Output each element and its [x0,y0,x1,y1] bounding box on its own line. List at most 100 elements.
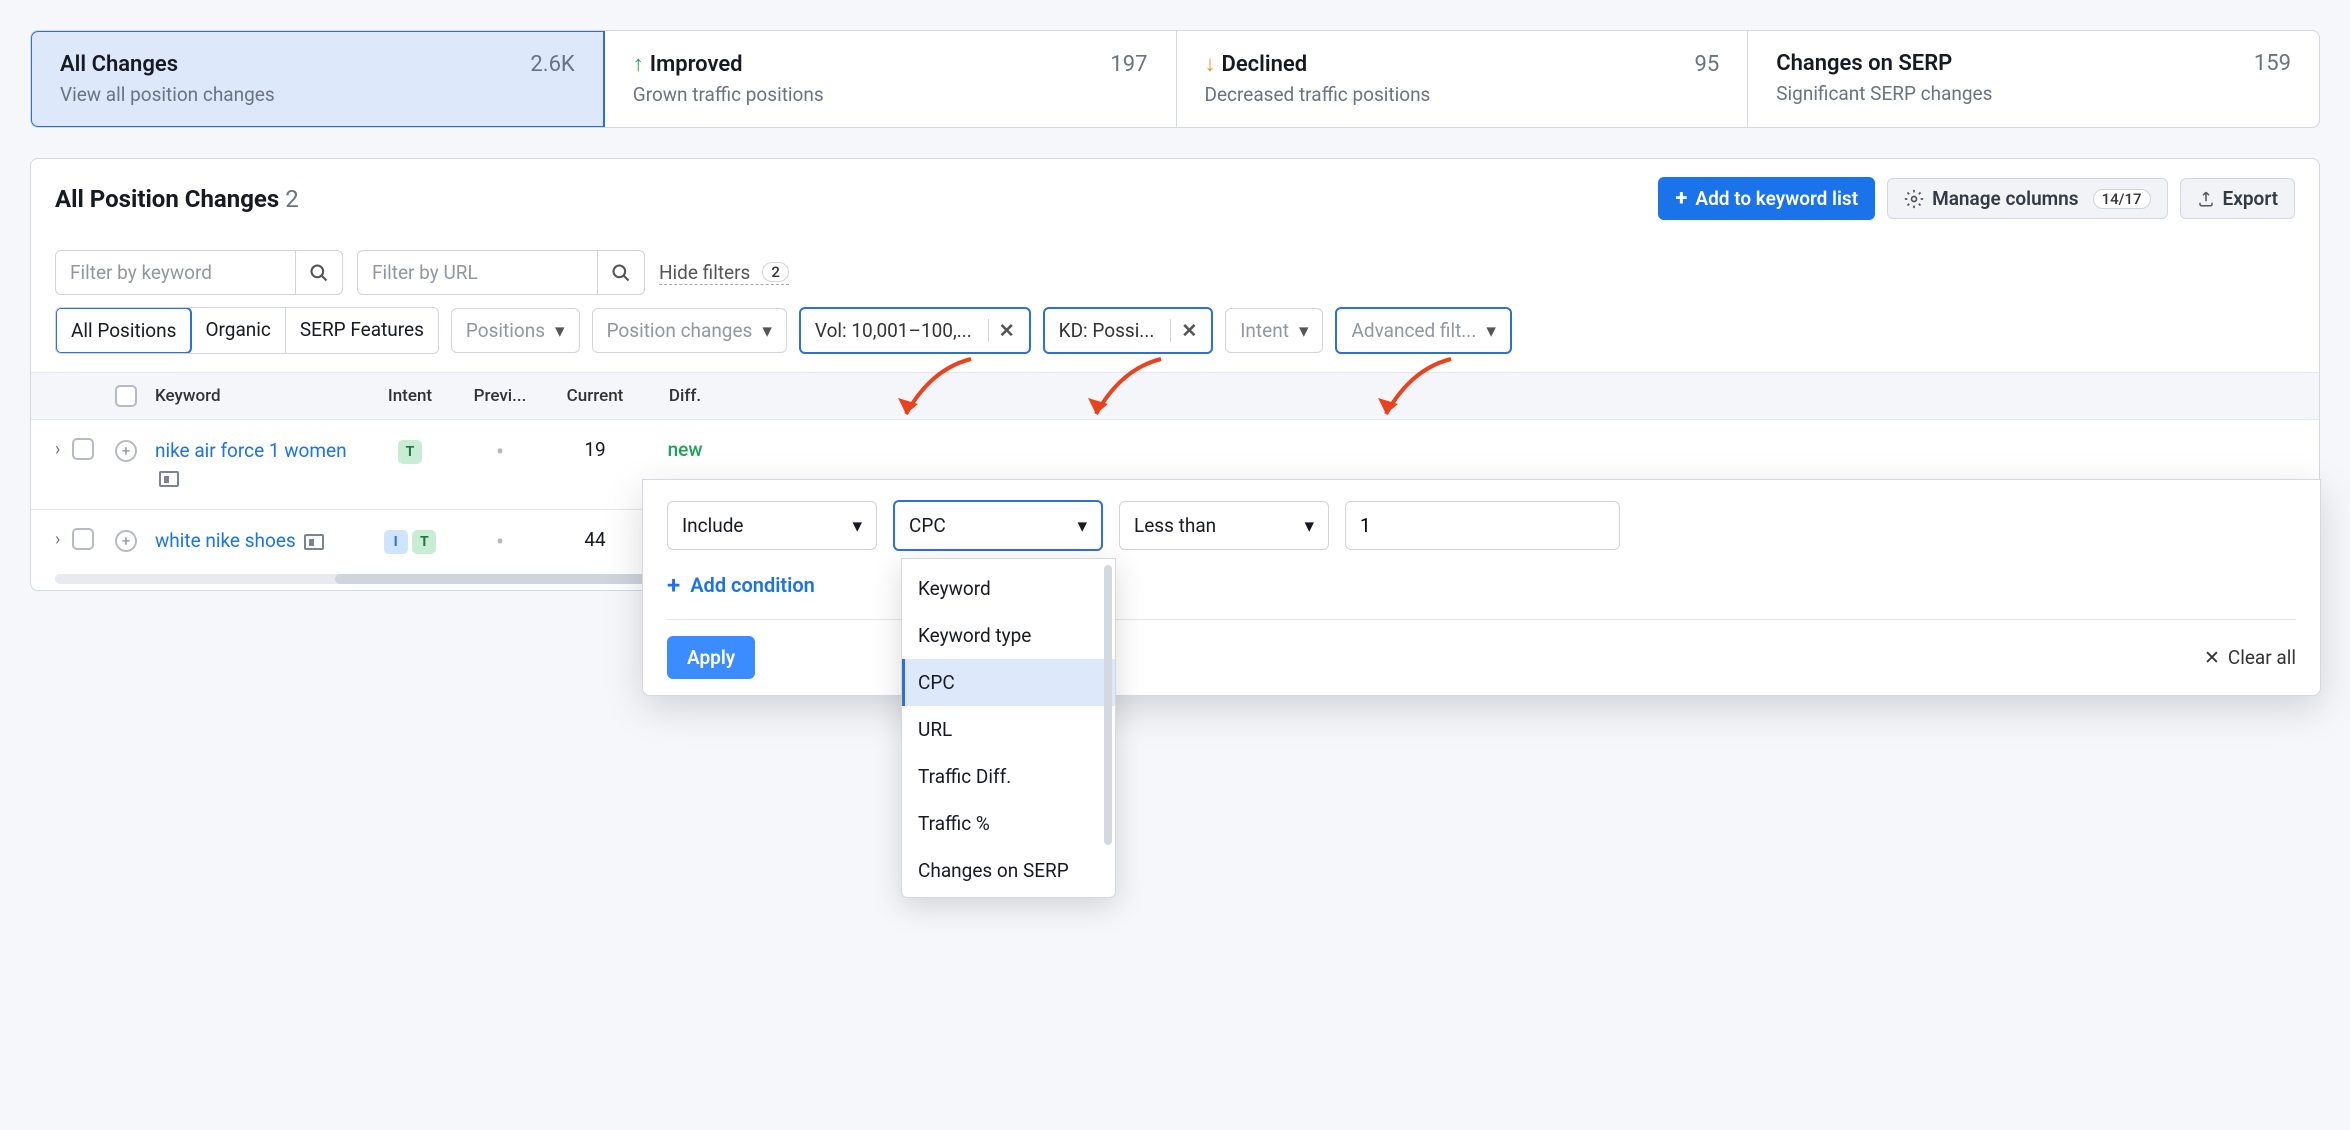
previous-position: • [455,528,545,556]
col-current[interactable]: Current [545,386,645,406]
tab-count: 159 [2254,51,2291,76]
keyword-link[interactable]: nike air force 1 women [155,438,365,491]
menu-item-traffic-diff[interactable]: Traffic Diff. [902,753,1115,800]
menu-scrollbar[interactable] [1104,565,1112,845]
advanced-filters-chip[interactable]: Advanced filt...▾ [1335,307,1511,354]
keyword-link[interactable]: white nike shoes [155,528,324,555]
previous-position: • [455,438,545,466]
col-previous[interactable]: Previ... [455,386,545,406]
tab-count: 2.6K [530,52,574,77]
apply-button[interactable]: Apply [667,636,755,679]
tab-all-changes[interactable]: All Changes 2.6K View all position chang… [30,30,605,128]
clear-all-button[interactable]: ✕Clear all [2204,646,2296,669]
panel-title-count: 2 [285,185,299,213]
export-button[interactable]: Export [2180,178,2295,219]
tab-subtitle: Decreased traffic positions [1205,83,1720,106]
position-changes-filter-chip[interactable]: Position changes▾ [592,308,787,353]
filter-bar: Hide filters 2 [31,238,2319,307]
chevron-down-icon: ▾ [555,319,565,342]
url-search-button[interactable] [597,250,645,295]
expand-row-toggle[interactable]: › [55,439,60,460]
search-icon [611,263,631,283]
tab-title: Changes on SERP [1776,51,1952,76]
position-changes-panel: All Position Changes2 + Add to keyword l… [30,158,2320,591]
panel-actions: + Add to keyword list Manage columns 14/… [1658,177,2295,220]
tab-improved[interactable]: ↑Improved 197 Grown traffic positions [605,31,1177,127]
tab-count: 95 [1695,52,1720,77]
arrow-down-icon: ↓ [1205,52,1216,77]
condition-row: Include▾ CPC▾ Less than▾ [667,500,2296,551]
columns-count-badge: 14/17 [2093,189,2151,209]
url-filter-input[interactable] [357,250,597,295]
menu-item-url[interactable]: URL [902,706,1115,753]
advanced-filters-panel: Include▾ CPC▾ Less than▾ +Add condition … [642,479,2321,696]
expand-row-toggle[interactable]: › [55,529,60,550]
current-position: 44 [545,528,645,551]
serp-snapshot-icon[interactable] [159,471,179,487]
field-dropdown-menu: Keyword Keyword type CPC URL Traffic Dif… [901,558,1116,898]
col-keyword[interactable]: Keyword [155,386,365,406]
menu-item-keyword[interactable]: Keyword [902,565,1115,612]
filter-chips-row: All Positions Organic SERP Features Posi… [31,307,2319,372]
condition-field-select[interactable]: CPC▾ [893,500,1103,551]
plus-icon: + [1675,186,1687,211]
keyword-filter-input[interactable] [55,250,295,295]
chevron-down-icon: ▾ [1077,514,1087,537]
intent-filter-chip[interactable]: Intent▾ [1225,308,1323,353]
menu-item-keyword-type[interactable]: Keyword type [902,612,1115,659]
seg-all-positions[interactable]: All Positions [55,307,192,354]
condition-mode-select[interactable]: Include▾ [667,501,877,550]
col-intent[interactable]: Intent [365,386,455,406]
intent-badge-t: T [412,530,436,554]
tab-serp-changes[interactable]: Changes on SERP 159 Significant SERP cha… [1748,31,2319,127]
close-icon[interactable]: ✕ [1170,319,1197,342]
select-all-checkbox[interactable] [115,385,137,407]
kd-filter-chip[interactable]: KD: Possi...✕ [1043,307,1214,354]
plus-icon: + [667,571,680,599]
menu-item-changes-serp[interactable]: Changes on SERP [902,847,1115,894]
position-type-segment: All Positions Organic SERP Features [55,307,439,354]
url-filter-group [357,250,645,295]
tab-subtitle: Grown traffic positions [633,83,1148,106]
tab-declined[interactable]: ↓Declined 95 Decreased traffic positions [1177,31,1749,127]
manage-columns-button[interactable]: Manage columns 14/17 [1887,178,2167,219]
chevron-down-icon: ▾ [852,514,862,537]
condition-operator-select[interactable]: Less than▾ [1119,501,1329,550]
arrow-up-icon: ↑ [633,52,644,77]
hide-filters-toggle[interactable]: Hide filters 2 [659,261,789,285]
menu-item-traffic-pct[interactable]: Traffic % [902,800,1115,847]
add-keyword-icon[interactable]: + [115,440,137,462]
tab-title: All Changes [60,52,178,77]
intent-badge-t: T [398,440,422,464]
seg-serp-features[interactable]: SERP Features [286,308,438,353]
col-diff[interactable]: Diff. [645,386,725,406]
chevron-down-icon: ▾ [1299,319,1309,342]
intent-badge-i: I [384,530,408,554]
row-checkbox[interactable] [72,528,94,550]
menu-item-cpc[interactable]: CPC [902,659,1115,706]
position-diff: new [645,438,725,461]
condition-value-input[interactable] [1345,501,1620,550]
seg-organic[interactable]: Organic [191,308,285,353]
tab-subtitle: Significant SERP changes [1776,82,2291,105]
close-icon[interactable]: ✕ [988,319,1015,342]
row-checkbox[interactable] [72,438,94,460]
table-header-row: Keyword Intent Previ... Current Diff. [31,372,2319,420]
export-icon [2197,190,2215,208]
tab-subtitle: View all position changes [60,83,575,106]
panel-header: All Position Changes2 + Add to keyword l… [31,159,2319,238]
positions-filter-chip[interactable]: Positions▾ [451,308,580,353]
active-filters-count: 2 [762,262,789,282]
add-keyword-icon[interactable]: + [115,530,137,552]
add-keyword-list-button[interactable]: + Add to keyword list [1658,177,1875,220]
tab-count: 197 [1110,52,1147,77]
serp-snapshot-icon[interactable] [304,534,324,550]
add-condition-button[interactable]: +Add condition [667,567,815,619]
keyword-filter-group [55,250,343,295]
summary-tabs: All Changes 2.6K View all position chang… [30,30,2320,128]
chevron-down-icon: ▾ [1304,514,1314,537]
tab-title: ↓Declined [1205,51,1308,77]
tab-title: ↑Improved [633,51,743,77]
volume-filter-chip[interactable]: Vol: 10,001–100,...✕ [799,307,1031,354]
keyword-search-button[interactable] [295,250,343,295]
